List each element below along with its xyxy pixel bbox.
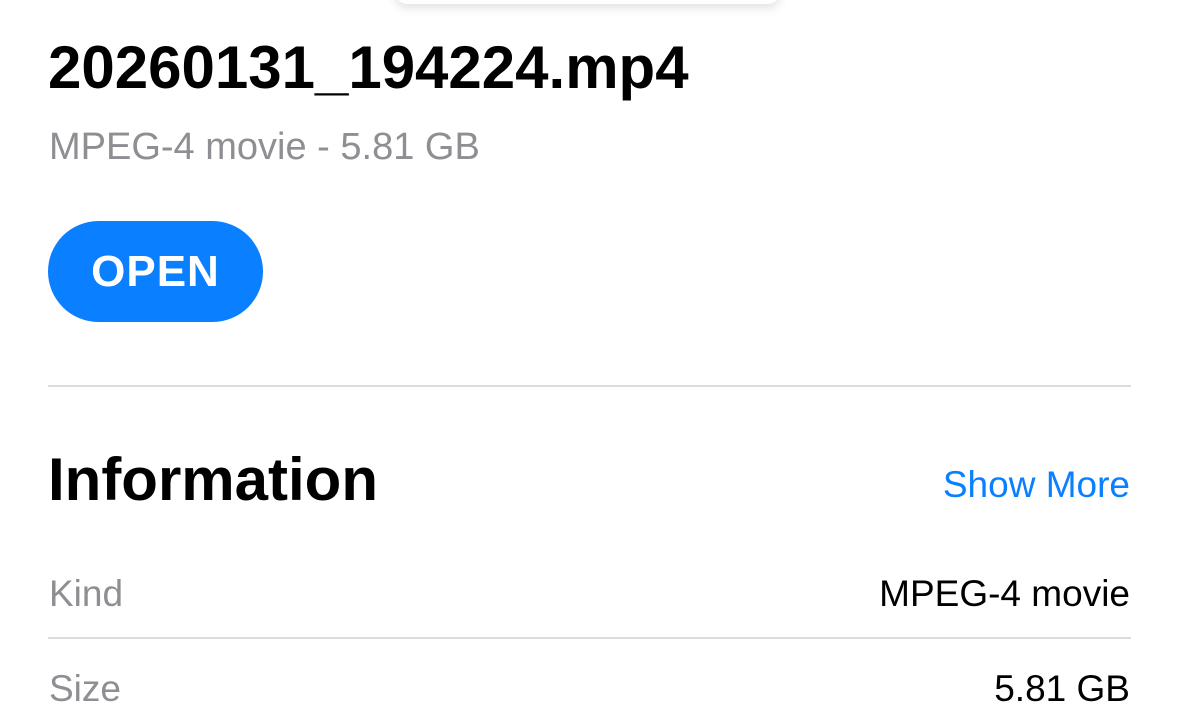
file-info-page: 20260131_194224.mp4 MPEG-4 movie - 5.81 …: [0, 0, 1179, 721]
divider: [48, 385, 1131, 387]
show-more-link[interactable]: Show More: [943, 462, 1130, 508]
info-row-label: Kind: [49, 573, 124, 614]
info-row-label: Size: [49, 668, 121, 709]
open-button[interactable]: OPEN: [48, 221, 263, 322]
info-row-value: MPEG-4 movie: [879, 573, 1130, 614]
info-row-value: 5.81 GB: [994, 668, 1130, 709]
top-sheet-edge: [395, 0, 780, 4]
divider: [48, 637, 1131, 639]
file-name-title: 20260131_194224.mp4: [48, 34, 689, 101]
file-type-size-subtitle: MPEG-4 movie - 5.81 GB: [49, 126, 480, 168]
information-heading: Information: [48, 446, 378, 513]
